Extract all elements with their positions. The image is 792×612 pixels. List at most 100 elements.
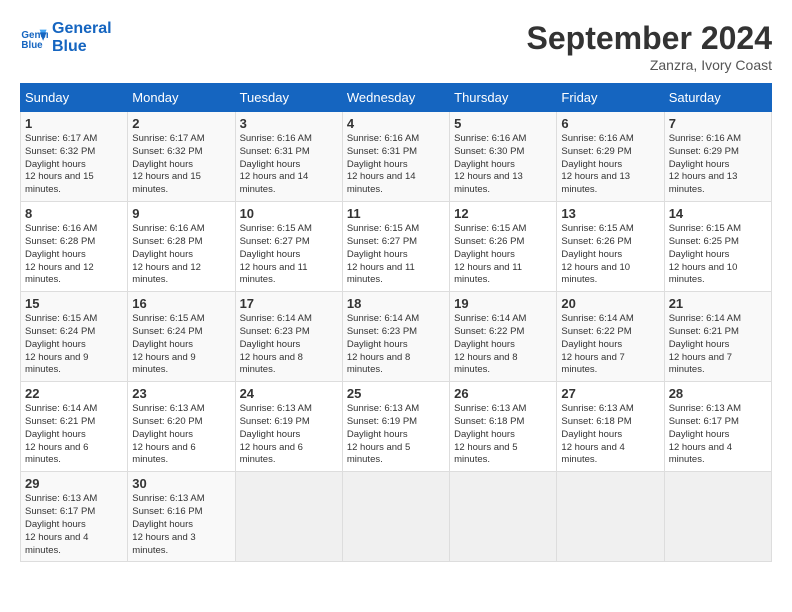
calendar-cell: 15 Sunrise: 6:15 AMSunset: 6:24 PMDaylig…: [21, 292, 128, 382]
day-info: Sunrise: 6:16 AMSunset: 6:28 PMDaylight …: [25, 223, 123, 287]
calendar-cell: 16 Sunrise: 6:15 AMSunset: 6:24 PMDaylig…: [128, 292, 235, 382]
day-number: 13: [561, 206, 659, 221]
day-info: Sunrise: 6:15 AMSunset: 6:24 PMDaylight …: [25, 313, 123, 377]
page-header: General Blue General Blue September 2024…: [20, 20, 772, 73]
calendar-cell: 29 Sunrise: 6:13 AMSunset: 6:17 PMDaylig…: [21, 472, 128, 562]
day-number: 15: [25, 296, 123, 311]
day-number: 6: [561, 116, 659, 131]
calendar-cell: [557, 472, 664, 562]
day-info: Sunrise: 6:17 AMSunset: 6:32 PMDaylight …: [25, 133, 123, 197]
calendar-cell: 28 Sunrise: 6:13 AMSunset: 6:17 PMDaylig…: [664, 382, 771, 472]
calendar-table: SundayMondayTuesdayWednesdayThursdayFrid…: [20, 83, 772, 562]
day-number: 27: [561, 386, 659, 401]
calendar-cell: 7 Sunrise: 6:16 AMSunset: 6:29 PMDayligh…: [664, 112, 771, 202]
calendar-cell: 21 Sunrise: 6:14 AMSunset: 6:21 PMDaylig…: [664, 292, 771, 382]
title-section: September 2024 Zanzra, Ivory Coast: [527, 20, 772, 73]
day-info: Sunrise: 6:16 AMSunset: 6:29 PMDaylight …: [669, 133, 767, 197]
weekday-header-row: SundayMondayTuesdayWednesdayThursdayFrid…: [21, 84, 772, 112]
day-number: 26: [454, 386, 552, 401]
day-info: Sunrise: 6:16 AMSunset: 6:30 PMDaylight …: [454, 133, 552, 197]
calendar-cell: [342, 472, 449, 562]
calendar-cell: 3 Sunrise: 6:16 AMSunset: 6:31 PMDayligh…: [235, 112, 342, 202]
calendar-cell: 12 Sunrise: 6:15 AMSunset: 6:26 PMDaylig…: [450, 202, 557, 292]
day-info: Sunrise: 6:15 AMSunset: 6:24 PMDaylight …: [132, 313, 230, 377]
day-number: 30: [132, 476, 230, 491]
day-info: Sunrise: 6:13 AMSunset: 6:19 PMDaylight …: [347, 403, 445, 467]
day-info: Sunrise: 6:14 AMSunset: 6:22 PMDaylight …: [561, 313, 659, 377]
day-info: Sunrise: 6:13 AMSunset: 6:17 PMDaylight …: [669, 403, 767, 467]
weekday-header-monday: Monday: [128, 84, 235, 112]
calendar-cell: 14 Sunrise: 6:15 AMSunset: 6:25 PMDaylig…: [664, 202, 771, 292]
calendar-week-3: 15 Sunrise: 6:15 AMSunset: 6:24 PMDaylig…: [21, 292, 772, 382]
calendar-cell: 6 Sunrise: 6:16 AMSunset: 6:29 PMDayligh…: [557, 112, 664, 202]
calendar-cell: 2 Sunrise: 6:17 AMSunset: 6:32 PMDayligh…: [128, 112, 235, 202]
calendar-cell: 1 Sunrise: 6:17 AMSunset: 6:32 PMDayligh…: [21, 112, 128, 202]
day-info: Sunrise: 6:13 AMSunset: 6:18 PMDaylight …: [454, 403, 552, 467]
calendar-cell: 20 Sunrise: 6:14 AMSunset: 6:22 PMDaylig…: [557, 292, 664, 382]
weekday-header-friday: Friday: [557, 84, 664, 112]
logo-icon: General Blue: [20, 24, 48, 52]
calendar-cell: 30 Sunrise: 6:13 AMSunset: 6:16 PMDaylig…: [128, 472, 235, 562]
day-info: Sunrise: 6:13 AMSunset: 6:18 PMDaylight …: [561, 403, 659, 467]
day-number: 5: [454, 116, 552, 131]
calendar-week-1: 1 Sunrise: 6:17 AMSunset: 6:32 PMDayligh…: [21, 112, 772, 202]
svg-text:Blue: Blue: [21, 39, 43, 50]
day-number: 12: [454, 206, 552, 221]
weekday-header-sunday: Sunday: [21, 84, 128, 112]
calendar-cell: 10 Sunrise: 6:15 AMSunset: 6:27 PMDaylig…: [235, 202, 342, 292]
calendar-cell: 8 Sunrise: 6:16 AMSunset: 6:28 PMDayligh…: [21, 202, 128, 292]
calendar-cell: 23 Sunrise: 6:13 AMSunset: 6:20 PMDaylig…: [128, 382, 235, 472]
day-info: Sunrise: 6:14 AMSunset: 6:21 PMDaylight …: [669, 313, 767, 377]
day-number: 21: [669, 296, 767, 311]
logo: General Blue General Blue: [20, 20, 112, 55]
calendar-cell: 9 Sunrise: 6:16 AMSunset: 6:28 PMDayligh…: [128, 202, 235, 292]
calendar-cell: [664, 472, 771, 562]
day-info: Sunrise: 6:15 AMSunset: 6:27 PMDaylight …: [240, 223, 338, 287]
calendar-cell: 27 Sunrise: 6:13 AMSunset: 6:18 PMDaylig…: [557, 382, 664, 472]
day-number: 8: [25, 206, 123, 221]
calendar-cell: 4 Sunrise: 6:16 AMSunset: 6:31 PMDayligh…: [342, 112, 449, 202]
day-number: 28: [669, 386, 767, 401]
day-info: Sunrise: 6:13 AMSunset: 6:17 PMDaylight …: [25, 493, 123, 557]
calendar-cell: 17 Sunrise: 6:14 AMSunset: 6:23 PMDaylig…: [235, 292, 342, 382]
weekday-header-tuesday: Tuesday: [235, 84, 342, 112]
calendar-cell: 13 Sunrise: 6:15 AMSunset: 6:26 PMDaylig…: [557, 202, 664, 292]
calendar-cell: 26 Sunrise: 6:13 AMSunset: 6:18 PMDaylig…: [450, 382, 557, 472]
day-number: 16: [132, 296, 230, 311]
day-number: 4: [347, 116, 445, 131]
calendar-cell: [450, 472, 557, 562]
day-number: 18: [347, 296, 445, 311]
day-info: Sunrise: 6:15 AMSunset: 6:26 PMDaylight …: [454, 223, 552, 287]
day-number: 24: [240, 386, 338, 401]
calendar-cell: 19 Sunrise: 6:14 AMSunset: 6:22 PMDaylig…: [450, 292, 557, 382]
calendar-cell: 5 Sunrise: 6:16 AMSunset: 6:30 PMDayligh…: [450, 112, 557, 202]
day-info: Sunrise: 6:13 AMSunset: 6:16 PMDaylight …: [132, 493, 230, 557]
day-number: 9: [132, 206, 230, 221]
weekday-header-wednesday: Wednesday: [342, 84, 449, 112]
weekday-header-saturday: Saturday: [664, 84, 771, 112]
day-number: 29: [25, 476, 123, 491]
calendar-week-4: 22 Sunrise: 6:14 AMSunset: 6:21 PMDaylig…: [21, 382, 772, 472]
day-info: Sunrise: 6:16 AMSunset: 6:28 PMDaylight …: [132, 223, 230, 287]
calendar-week-2: 8 Sunrise: 6:16 AMSunset: 6:28 PMDayligh…: [21, 202, 772, 292]
day-info: Sunrise: 6:16 AMSunset: 6:31 PMDaylight …: [347, 133, 445, 197]
day-number: 10: [240, 206, 338, 221]
calendar-cell: 25 Sunrise: 6:13 AMSunset: 6:19 PMDaylig…: [342, 382, 449, 472]
weekday-header-thursday: Thursday: [450, 84, 557, 112]
calendar-week-5: 29 Sunrise: 6:13 AMSunset: 6:17 PMDaylig…: [21, 472, 772, 562]
day-number: 11: [347, 206, 445, 221]
day-info: Sunrise: 6:15 AMSunset: 6:26 PMDaylight …: [561, 223, 659, 287]
day-info: Sunrise: 6:14 AMSunset: 6:23 PMDaylight …: [240, 313, 338, 377]
day-number: 1: [25, 116, 123, 131]
day-info: Sunrise: 6:15 AMSunset: 6:25 PMDaylight …: [669, 223, 767, 287]
day-number: 25: [347, 386, 445, 401]
day-info: Sunrise: 6:16 AMSunset: 6:31 PMDaylight …: [240, 133, 338, 197]
day-info: Sunrise: 6:14 AMSunset: 6:21 PMDaylight …: [25, 403, 123, 467]
day-number: 23: [132, 386, 230, 401]
calendar-cell: 22 Sunrise: 6:14 AMSunset: 6:21 PMDaylig…: [21, 382, 128, 472]
day-info: Sunrise: 6:14 AMSunset: 6:23 PMDaylight …: [347, 313, 445, 377]
day-info: Sunrise: 6:13 AMSunset: 6:20 PMDaylight …: [132, 403, 230, 467]
day-number: 17: [240, 296, 338, 311]
location: Zanzra, Ivory Coast: [527, 57, 772, 73]
calendar-cell: 11 Sunrise: 6:15 AMSunset: 6:27 PMDaylig…: [342, 202, 449, 292]
